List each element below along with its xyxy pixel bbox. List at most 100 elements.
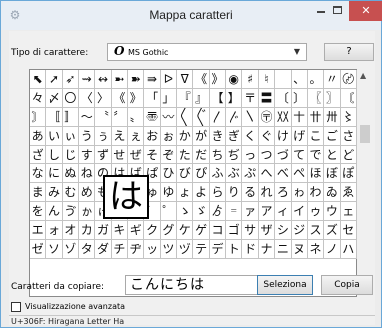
char-cell[interactable]: ッ <box>144 240 161 259</box>
char-cell[interactable]: 【 <box>209 88 227 108</box>
char-cell[interactable]: ケ <box>177 221 194 241</box>
char-cell[interactable]: ➶ <box>62 70 80 89</box>
char-cell[interactable]: ジ <box>291 221 308 241</box>
char-cell[interactable]: 〆 <box>46 88 63 108</box>
char-cell[interactable]: 〃 <box>324 70 341 89</box>
char-cell[interactable]: せ <box>111 145 129 165</box>
char-cell[interactable]: ぉ <box>160 126 178 146</box>
char-cell[interactable]: ゠ <box>226 202 243 222</box>
char-cell[interactable]: ち <box>209 145 227 165</box>
char-cell[interactable]: 」 <box>160 88 178 108</box>
char-cell[interactable]: ァ <box>242 202 259 222</box>
char-cell[interactable]: ゞ <box>193 202 210 222</box>
char-cell[interactable]: ゔ <box>62 202 80 222</box>
char-cell[interactable]: ぞ <box>160 145 178 165</box>
char-cell[interactable]: づ <box>275 145 292 165</box>
char-cell[interactable]: 〇 <box>62 88 80 108</box>
char-cell[interactable]: ⇝ <box>79 70 96 89</box>
char-cell[interactable]: ザ <box>258 221 276 241</box>
char-cell[interactable]: 〜 <box>79 107 96 127</box>
char-cell[interactable]: ᐁ <box>177 70 194 89</box>
char-cell[interactable]: ド <box>242 240 259 259</box>
char-cell[interactable]: 〵 <box>242 107 259 127</box>
char-cell[interactable]: 〱 <box>177 107 194 127</box>
char-cell[interactable]: ゴ <box>226 221 243 241</box>
maximize-icon[interactable] <box>333 6 342 14</box>
char-cell[interactable]: 〔 <box>275 88 292 108</box>
char-cell[interactable]: カ <box>79 221 96 241</box>
char-cell[interactable]: 〶 <box>258 107 276 127</box>
char-cell[interactable]: へ <box>258 164 276 184</box>
char-cell[interactable]: ぢ <box>226 145 243 165</box>
char-cell[interactable]: ➼ <box>111 70 129 89</box>
char-cell[interactable]: ギ <box>128 221 145 241</box>
char-cell[interactable]: ソ <box>46 240 63 259</box>
char-cell[interactable]: ゐ <box>324 183 341 203</box>
char-cell[interactable]: 、 <box>291 70 308 89</box>
char-cell[interactable]: 》 <box>209 70 227 89</box>
char-cell[interactable]: ェ <box>340 202 357 222</box>
char-cell[interactable]: ね <box>79 164 96 184</box>
char-cell[interactable]: か <box>177 126 194 146</box>
char-cell[interactable]: グ <box>160 221 178 241</box>
char-cell[interactable]: ゕ <box>79 202 96 222</box>
char-cell[interactable]: 〹 <box>307 107 325 127</box>
char-cell[interactable]: 〴 <box>226 107 243 127</box>
char-cell[interactable]: と <box>324 145 341 165</box>
char-cell[interactable]: ト <box>226 240 243 259</box>
font-dropdown[interactable]: O MS Gothic ▼ <box>107 43 307 61</box>
char-cell[interactable]: 〚 <box>46 107 63 127</box>
char-cell[interactable]: ス <box>307 221 325 241</box>
char-cell[interactable]: み <box>46 183 63 203</box>
char-cell[interactable]: し <box>46 145 63 165</box>
char-cell[interactable]: ↭ <box>95 70 112 89</box>
scroll-thumb[interactable] <box>360 125 370 143</box>
char-cell[interactable]: ヂ <box>128 240 145 259</box>
grid-scrollbar[interactable]: ▲ ▼ <box>357 69 373 297</box>
char-cell[interactable]: ぷ <box>242 164 259 184</box>
char-cell[interactable]: ゜ <box>160 202 178 222</box>
char-cell[interactable]: ゥ <box>307 202 325 222</box>
char-cell[interactable]: 〻 <box>340 107 357 127</box>
advanced-view-checkbox[interactable] <box>11 302 21 312</box>
char-cell[interactable]: シ <box>275 221 292 241</box>
char-cell[interactable]: 〙 <box>30 107 47 127</box>
char-cell[interactable] <box>275 70 292 89</box>
char-cell[interactable]: 〄 <box>340 70 357 89</box>
char-cell[interactable]: す <box>79 145 96 165</box>
title-bar[interactable]: ⚙ Mappa caratteri ✕ <box>1 1 382 30</box>
char-cell[interactable]: 《 <box>193 70 210 89</box>
char-cell[interactable]: 〉 <box>95 88 112 108</box>
minimize-icon[interactable] <box>317 11 325 13</box>
char-cell[interactable]: ヅ <box>177 240 194 259</box>
char-cell[interactable]: 〰 <box>160 107 178 127</box>
char-cell[interactable]: ィ <box>275 202 292 222</box>
char-cell[interactable]: だ <box>193 145 210 165</box>
char-cell[interactable]: い <box>46 126 63 146</box>
char-cell[interactable]: ォ <box>46 221 63 241</box>
char-cell[interactable]: り <box>226 183 243 203</box>
char-cell[interactable]: る <box>242 183 259 203</box>
char-cell[interactable]: タ <box>79 240 96 259</box>
char-cell[interactable]: 『 <box>177 88 194 108</box>
char-cell[interactable]: ぇ <box>128 126 145 146</box>
char-cell[interactable]: よ <box>193 183 210 203</box>
char-cell[interactable]: ガ <box>95 221 112 241</box>
char-cell[interactable]: 〕 <box>291 88 308 108</box>
char-cell[interactable]: 』 <box>193 88 210 108</box>
char-cell[interactable]: っ <box>242 145 259 165</box>
char-cell[interactable]: ま <box>30 183 47 203</box>
select-button[interactable]: Seleziona <box>257 275 313 295</box>
char-cell[interactable]: 〖 <box>307 88 325 108</box>
char-cell[interactable]: ᐅ <box>160 70 178 89</box>
char-cell[interactable]: 〟 <box>128 107 145 127</box>
char-cell[interactable]: ♮ <box>258 70 276 89</box>
char-cell[interactable]: ➽ <box>128 70 145 89</box>
char-cell[interactable]: ➚ <box>46 70 63 89</box>
char-cell[interactable]: ♯ <box>242 70 259 89</box>
char-cell[interactable]: じ <box>62 145 80 165</box>
char-cell[interactable]: ぽ <box>340 164 357 184</box>
char-cell[interactable]: エ <box>30 221 47 241</box>
char-cell[interactable]: 〳 <box>209 107 227 127</box>
char-cell[interactable]: が <box>193 126 210 146</box>
